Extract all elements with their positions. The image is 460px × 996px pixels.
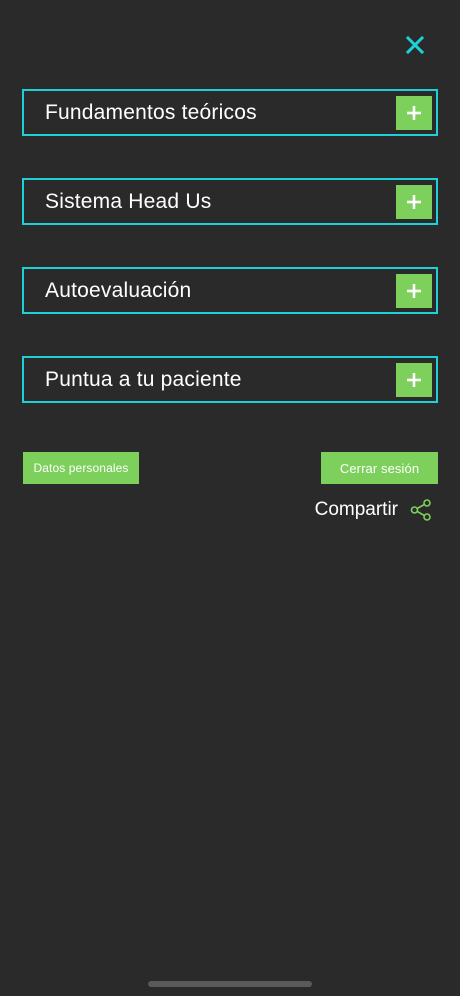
menu-list: Fundamentos teóricos Sistema Head Us Aut…	[22, 89, 438, 445]
menu-item-label: Sistema Head Us	[45, 189, 212, 213]
menu-item-puntua-paciente[interactable]: Puntua a tu paciente	[22, 356, 438, 403]
plus-icon	[407, 283, 421, 298]
logout-button[interactable]: Cerrar sesión	[321, 452, 438, 484]
menu-item-label: Puntua a tu paciente	[45, 367, 242, 391]
expand-button[interactable]	[396, 273, 432, 308]
plus-icon	[407, 194, 421, 209]
account-actions: Datos personales Cerrar sesión	[23, 452, 438, 484]
menu-item-sistema-head-us[interactable]: Sistema Head Us	[22, 178, 438, 225]
close-icon	[405, 35, 425, 55]
menu-item-fundamentos-teoricos[interactable]: Fundamentos teóricos	[22, 89, 438, 136]
share-icon	[410, 499, 431, 521]
plus-icon	[407, 105, 421, 120]
share-button[interactable]: Compartir	[315, 499, 432, 521]
plus-icon	[407, 372, 421, 387]
close-button[interactable]	[400, 30, 430, 60]
personal-data-button[interactable]: Datos personales	[23, 452, 139, 484]
share-label: Compartir	[314, 499, 398, 520]
menu-item-label: Fundamentos teóricos	[45, 100, 257, 124]
expand-button[interactable]	[396, 184, 432, 219]
home-indicator	[148, 981, 312, 987]
menu-item-autoevaluacion[interactable]: Autoevaluación	[22, 267, 438, 314]
menu-item-label: Autoevaluación	[45, 278, 192, 302]
expand-button[interactable]	[396, 95, 432, 130]
expand-button[interactable]	[396, 362, 432, 397]
